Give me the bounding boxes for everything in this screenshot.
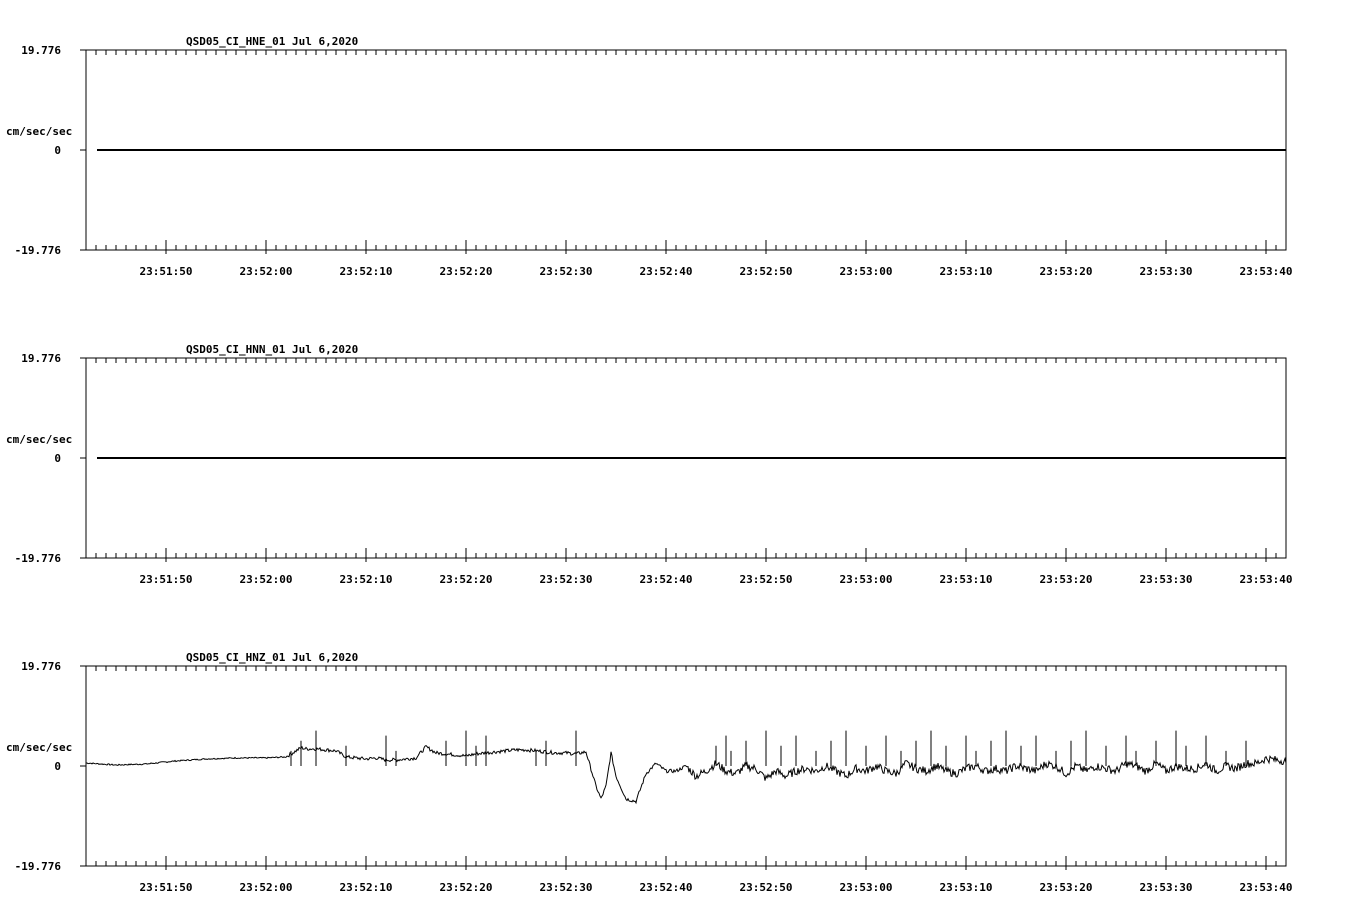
x-tick-label: 23:53:40 <box>1240 265 1293 278</box>
chart-panel-hnz: QSD05_CI_HNZ_01 Jul 6,2020 cm/sec/sec 19… <box>6 651 1292 894</box>
chart-title: QSD05_CI_HNN_01 Jul 6,2020 <box>186 343 358 356</box>
y-tick-label-top: 19.776 <box>21 660 61 673</box>
x-tick-label: 23:52:00 <box>240 573 293 586</box>
x-tick-label: 23:53:30 <box>1140 573 1193 586</box>
x-tick-label: 23:53:40 <box>1240 573 1293 586</box>
x-tick-label: 23:52:50 <box>740 265 793 278</box>
y-tick-label-top: 19.776 <box>21 44 61 57</box>
x-tick-label: 23:52:20 <box>440 573 493 586</box>
x-tick-label: 23:52:50 <box>740 573 793 586</box>
seismogram-canvas: QSD05_CI_HNE_01 Jul 6,2020 cm/sec/sec 19… <box>6 35 1292 894</box>
chart-title: QSD05_CI_HNZ_01 Jul 6,2020 <box>186 651 358 664</box>
x-tick-label: 23:52:50 <box>740 881 793 894</box>
x-tick-label: 23:53:20 <box>1040 573 1093 586</box>
chart-title: QSD05_CI_HNE_01 Jul 6,2020 <box>186 35 358 48</box>
x-tick-label: 23:53:20 <box>1040 265 1093 278</box>
y-tick-label-zero: 0 <box>54 452 61 465</box>
x-tick-label: 23:52:00 <box>240 881 293 894</box>
x-tick-label: 23:53:10 <box>940 265 993 278</box>
y-axis-label: cm/sec/sec <box>6 433 72 446</box>
x-tick-label: 23:53:00 <box>840 265 893 278</box>
x-tick-label: 23:53:10 <box>940 573 993 586</box>
x-tick-label: 23:53:20 <box>1040 881 1093 894</box>
x-tick-label: 23:52:30 <box>540 881 593 894</box>
x-tick-label: 23:53:00 <box>840 881 893 894</box>
x-tick-label: 23:52:00 <box>240 265 293 278</box>
y-axis-label: cm/sec/sec <box>6 741 72 754</box>
x-tick-label: 23:52:30 <box>540 573 593 586</box>
x-tick-label: 23:52:20 <box>440 881 493 894</box>
x-tick-label: 23:52:30 <box>540 265 593 278</box>
x-tick-label: 23:53:30 <box>1140 265 1193 278</box>
x-tick-label: 23:52:10 <box>340 265 393 278</box>
chart-panel-hne: QSD05_CI_HNE_01 Jul 6,2020 cm/sec/sec 19… <box>6 35 1292 278</box>
x-tick-label: 23:53:30 <box>1140 881 1193 894</box>
x-tick-label: 23:51:50 <box>140 265 193 278</box>
x-tick-label: 23:52:40 <box>640 881 693 894</box>
x-tick-label: 23:52:40 <box>640 573 693 586</box>
chart-panel-hnn: QSD05_CI_HNN_01 Jul 6,2020 cm/sec/sec 19… <box>6 343 1292 586</box>
y-tick-label-zero: 0 <box>54 144 61 157</box>
x-tick-label: 23:51:50 <box>140 573 193 586</box>
y-axis-label: cm/sec/sec <box>6 125 72 138</box>
y-tick-label-zero: 0 <box>54 760 61 773</box>
y-tick-label-bottom: -19.776 <box>15 552 62 565</box>
y-tick-label-top: 19.776 <box>21 352 61 365</box>
x-tick-label: 23:52:10 <box>340 881 393 894</box>
x-tick-label: 23:53:00 <box>840 573 893 586</box>
x-tick-label: 23:53:10 <box>940 881 993 894</box>
x-tick-label: 23:51:50 <box>140 881 193 894</box>
y-tick-label-bottom: -19.776 <box>15 860 62 873</box>
x-tick-label: 23:52:20 <box>440 265 493 278</box>
x-tick-label: 23:52:40 <box>640 265 693 278</box>
x-tick-label: 23:52:10 <box>340 573 393 586</box>
y-tick-label-bottom: -19.776 <box>15 244 62 257</box>
x-tick-label: 23:53:40 <box>1240 881 1293 894</box>
